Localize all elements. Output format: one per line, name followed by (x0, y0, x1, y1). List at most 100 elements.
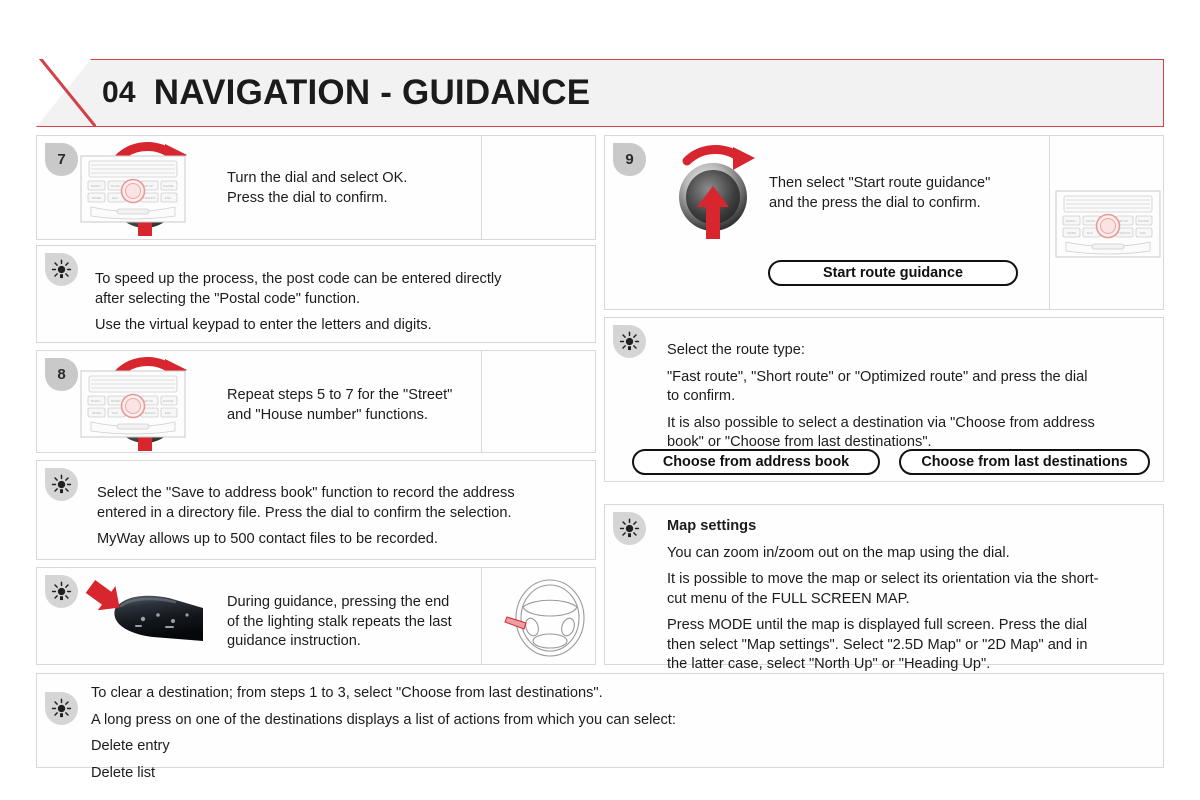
svg-text:PHONE: PHONE (1138, 219, 1149, 223)
tip-lighting-stalk-line-3: guidance instruction. (227, 633, 361, 649)
tip-light-icon (613, 512, 646, 545)
panel-tip-address-book: Select the "Save to address book" functi… (36, 460, 596, 560)
map-settings-heading: Map settings (667, 518, 757, 534)
tip-route-type-line-4: It is also possible to select a destinat… (667, 414, 1095, 431)
tip-route-type-line-3: to confirm. (667, 388, 736, 404)
svg-text:TRAFFIC: TRAFFIC (1118, 231, 1131, 235)
step-7-line-2: Press the dial to confirm. (227, 189, 388, 206)
car-radio-unit-icon: RADIO MUSIC SETUP PHONE MODE NAV TRAFFIC ESC (79, 369, 187, 439)
svg-text:TRAFFIC: TRAFFIC (143, 411, 156, 415)
panel-step-8: 8 Repeat steps 5 to 7 for the "Street" a… (36, 350, 596, 453)
tip-postal-code-line-1: To speed up the process, the post code c… (95, 271, 502, 287)
tip-map-settings-line-4: Press MODE until the map is displayed fu… (667, 617, 1088, 633)
tip-light-icon (45, 253, 78, 286)
tip-light-icon (45, 575, 78, 608)
step-badge-9: 9 (613, 143, 646, 176)
panel-tip-postal-code: To speed up the process, the post code c… (36, 245, 596, 343)
step-badge-7: 7 (45, 143, 78, 176)
bottom-note-line-2: A long press on one of the destinations … (91, 711, 676, 728)
step-8-text: Repeat steps 5 to 7 for the "Street" and… (227, 386, 477, 425)
svg-text:PHONE: PHONE (163, 399, 174, 403)
tip-lighting-stalk-line-1: During guidance, pressing the end (227, 594, 450, 610)
tip-lighting-stalk-text: During guidance, pressing the end of the… (227, 593, 477, 652)
car-radio-unit-icon: RADIO MUSIC SETUP PHONE MODE NAV TRAFFIC ESC (79, 154, 187, 224)
svg-text:PHONE: PHONE (163, 184, 174, 188)
panel-step-9: 9 Then select "Start route guidance" and… (604, 135, 1164, 310)
panel-bottom-note: To clear a destination; from steps 1 to … (36, 673, 1164, 781)
tip-address-book-line-1: Select the "Save to address book" functi… (97, 485, 515, 501)
start-route-guidance-button[interactable]: Start route guidance (768, 260, 1018, 286)
tip-light-glyph (51, 259, 72, 279)
lighting-stalk-icon (83, 579, 203, 660)
panel-divider (481, 351, 482, 452)
svg-text:RADIO: RADIO (1066, 219, 1076, 223)
steering-wheel-icon (500, 575, 600, 666)
svg-text:TRAFFIC: TRAFFIC (143, 196, 156, 200)
svg-text:ESC: ESC (1140, 231, 1147, 235)
svg-text:MUSIC: MUSIC (111, 184, 122, 188)
page-title-text: NAVIGATION - GUIDANCE (153, 73, 591, 112)
tip-address-book-line-2: entered in a directory file. Press the d… (97, 504, 512, 521)
tip-light-glyph (619, 518, 640, 538)
step-7-line-1: Turn the dial and select OK. (227, 170, 408, 186)
tip-lighting-stalk-line-2: of the lighting stalk repeats the last (227, 613, 452, 630)
tip-light-glyph (51, 698, 72, 718)
step-8-line-2: and "House number" functions. (227, 406, 429, 423)
panel-tip-map-settings: Map settings You can zoom in/zoom out on… (604, 504, 1164, 672)
panel-step-7: 7 Turn the dial and select OK. Press the… (36, 135, 596, 240)
tip-map-settings-line-1: You can zoom in/zoom out on the map usin… (667, 544, 1010, 561)
svg-text:NAV: NAV (112, 196, 118, 200)
tip-postal-code-line-3: Use the virtual keypad to enter the lett… (95, 317, 432, 333)
svg-text:MODE: MODE (1067, 231, 1076, 235)
choose-from-last-destinations-button[interactable]: Choose from last destinations (899, 449, 1150, 475)
svg-text:MUSIC: MUSIC (111, 399, 122, 403)
tip-address-book-line-3: MyWay allows up to 500 contact files to … (97, 531, 438, 547)
step-9-text: Then select "Start route guidance" and t… (769, 174, 1034, 213)
tip-light-glyph (51, 474, 72, 494)
tip-route-type-text: Select the route type: "Fast route", "Sh… (667, 341, 1157, 453)
tip-route-type-line-2: "Fast route", "Short route" or "Optimize… (667, 368, 1088, 385)
svg-text:MUSIC: MUSIC (1086, 219, 1097, 223)
step-9-line-2: and the press the dial to confirm. (769, 194, 981, 211)
tip-map-settings-line-2: It is possible to move the map or select… (667, 571, 1099, 587)
choose-from-address-book-button[interactable]: Choose from address book (632, 449, 880, 475)
panel-tip-lighting-stalk: During guidance, pressing the end of the… (36, 567, 596, 665)
svg-text:ESC: ESC (165, 411, 172, 415)
svg-text:MODE: MODE (92, 196, 101, 200)
panel-divider (481, 568, 482, 664)
step-8-line-1: Repeat steps 5 to 7 for the "Street" (227, 387, 453, 403)
bottom-note-line-3: Delete entry (91, 738, 170, 754)
tip-address-book-text: Select the "Save to address book" functi… (97, 484, 587, 550)
car-radio-unit-icon: RADIO MUSIC SETUP PHONE MODE NAV TRAFFIC ESC (1054, 189, 1162, 259)
bottom-note-line-1: To clear a destination; from steps 1 to … (91, 685, 603, 701)
rotate-and-press-dial-icon (663, 139, 771, 243)
tip-map-settings-line-5: then select "Map settings". Select "2.5D… (667, 636, 1088, 653)
svg-text:RADIO: RADIO (91, 399, 101, 403)
tip-light-icon (613, 325, 646, 358)
page-title: 04 NAVIGATION - GUIDANCE (102, 59, 590, 127)
bottom-note-text: To clear a destination; from steps 1 to … (91, 684, 1141, 783)
tip-light-glyph (51, 581, 72, 601)
tip-map-settings-line-6: the latter case, select "North Up" or "H… (667, 656, 991, 672)
svg-text:NAV: NAV (1087, 231, 1093, 235)
svg-text:NAV: NAV (112, 411, 118, 415)
tip-postal-code-text: To speed up the process, the post code c… (95, 270, 585, 336)
page-header: 04 NAVIGATION - GUIDANCE (36, 59, 1164, 127)
tip-light-icon (45, 692, 78, 725)
tip-map-settings-line-3: cut menu of the FULL SCREEN MAP. (667, 590, 910, 607)
step-7-text: Turn the dial and select OK. Press the d… (227, 169, 477, 208)
svg-text:RADIO: RADIO (91, 184, 101, 188)
tip-light-icon (45, 468, 78, 501)
tip-light-glyph (619, 331, 640, 351)
panel-divider (481, 136, 482, 239)
step-9-line-1: Then select "Start route guidance" (769, 175, 991, 191)
tip-map-settings-text: Map settings You can zoom in/zoom out on… (667, 517, 1157, 675)
svg-text:ESC: ESC (165, 196, 172, 200)
tip-route-type-line-1: Select the route type: (667, 342, 805, 358)
tip-postal-code-line-2: after selecting the "Postal code" functi… (95, 290, 361, 307)
svg-text:MODE: MODE (92, 411, 101, 415)
panel-divider (1049, 136, 1050, 309)
bottom-note-line-4: Delete list (91, 764, 156, 781)
step-badge-8: 8 (45, 358, 78, 391)
chapter-number: 04 (102, 76, 136, 109)
